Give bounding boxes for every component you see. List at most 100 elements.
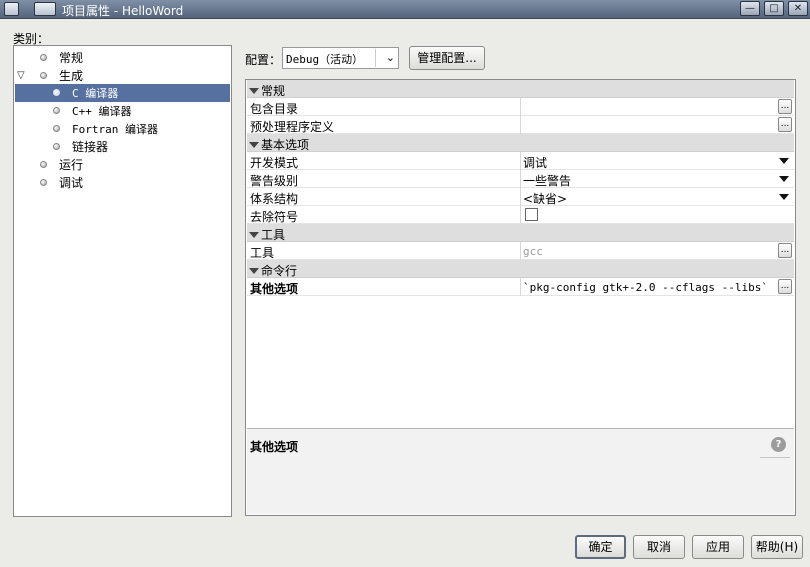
ellipsis-button[interactable]: ... [778, 99, 792, 114]
tree-item-cpp-compiler[interactable]: C++ 编译器 [15, 102, 230, 120]
section-title: 基本选项 [249, 136, 309, 153]
tree-item-label: C++ 编译器 [72, 105, 132, 118]
collapse-triangle-icon [249, 88, 259, 94]
tree-item-general[interactable]: 常规 [15, 49, 230, 67]
dropdown-arrow-icon[interactable] [779, 194, 789, 200]
section-header-tools[interactable]: 工具 [247, 224, 794, 242]
dropdown-arrow-icon[interactable] [779, 158, 789, 164]
help-icon[interactable]: ? [771, 437, 786, 452]
tree-bullet-icon [40, 54, 47, 61]
tree-item-fortran-compiler[interactable]: Fortran 编译器 [15, 120, 230, 138]
help-button[interactable]: 帮助(H) [751, 535, 803, 559]
strip-symbols-checkbox[interactable] [525, 208, 538, 221]
config-select[interactable]: Debug（活动） ⌄ [282, 47, 399, 69]
column-divider [520, 278, 521, 296]
column-divider [520, 98, 521, 116]
property-sheet: 常规 包含目录 ... 预处理程序定义 ... 基本选项 开发模式 调试 警告级… [245, 79, 796, 516]
tree-bullet-icon [40, 72, 47, 79]
tree-bullet-icon [53, 143, 60, 150]
collapse-triangle-icon [249, 232, 259, 238]
window-title: 项目属性 - HelloWord [62, 4, 184, 18]
minimize-button[interactable]: — [740, 1, 760, 16]
property-value[interactable]: 调试 [523, 154, 547, 171]
section-title: 常规 [249, 82, 285, 99]
config-label: 配置： [245, 53, 282, 67]
section-title-text: 工具 [261, 228, 286, 242]
tree-bullet-icon [40, 161, 47, 168]
property-value[interactable]: `pkg-config gtk+-2.0 --cflags --libs` [523, 281, 768, 294]
window-icon [34, 2, 56, 16]
config-value: Debug（活动） [286, 53, 364, 66]
tree-item-linker[interactable]: 链接器 [15, 138, 230, 156]
property-row-architecture[interactable]: 体系结构 <缺省> [247, 188, 794, 206]
tree-bullet-icon [53, 125, 60, 132]
column-divider [520, 170, 521, 188]
window-menu-icon[interactable] [4, 2, 19, 16]
dropdown-arrow-icon[interactable] [779, 176, 789, 182]
tree-bullet-icon [40, 179, 47, 186]
tree-bullet-icon [53, 89, 60, 96]
property-row-tool[interactable]: 工具 gcc ... [247, 242, 794, 260]
tree-bullet-icon [53, 107, 60, 114]
property-name: 预处理程序定义 [250, 120, 335, 134]
column-divider [520, 188, 521, 206]
property-name: 开发模式 [250, 156, 299, 170]
section-title: 命令行 [249, 262, 297, 279]
config-select-separator [375, 49, 376, 67]
column-divider [520, 206, 521, 224]
property-value[interactable]: 一些警告 [523, 172, 571, 189]
collapse-triangle-icon [249, 142, 259, 148]
category-tree: 常规 ▽ 生成 C 编译器 C++ 编译器 Fortran 编译器 链接器 运行… [13, 45, 232, 517]
property-name: 工具 [250, 246, 275, 260]
apply-button[interactable]: 应用 [692, 535, 744, 559]
property-value[interactable]: gcc [523, 245, 543, 258]
tree-item-label: 链接器 [72, 140, 109, 154]
property-row-preprocessor-defs[interactable]: 预处理程序定义 ... [247, 116, 794, 134]
tree-item-debug[interactable]: 调试 [15, 174, 230, 192]
ellipsis-button[interactable]: ... [778, 243, 792, 258]
section-header-command-line[interactable]: 命令行 [247, 260, 794, 278]
tree-item-build[interactable]: ▽ 生成 [15, 67, 230, 85]
manage-config-button[interactable]: 管理配置... [409, 46, 485, 70]
section-title: 工具 [249, 226, 285, 243]
tree-item-label: C 编译器 [72, 87, 119, 100]
window-titlebar: 项目属性 - HelloWord — □ ✕ [0, 0, 810, 19]
section-header-basic-options[interactable]: 基本选项 [247, 134, 794, 152]
property-row-include-dirs[interactable]: 包含目录 ... [247, 98, 794, 116]
property-value[interactable]: <缺省> [523, 190, 567, 207]
ellipsis-button[interactable]: ... [778, 279, 792, 294]
property-row-warning-level[interactable]: 警告级别 一些警告 [247, 170, 794, 188]
ellipsis-button[interactable]: ... [778, 117, 792, 132]
description-title: 其他选项 [250, 440, 299, 454]
column-divider [520, 242, 521, 260]
collapse-triangle-icon [249, 268, 259, 274]
chevron-down-icon: ⌄ [385, 51, 395, 64]
tree-item-label: 生成 [59, 69, 84, 83]
cancel-button[interactable]: 取消 [633, 535, 685, 559]
tree-item-label: 常规 [59, 51, 84, 65]
property-name: 其他选项 [250, 282, 299, 296]
tree-item-label: Fortran 编译器 [72, 123, 158, 136]
section-title-text: 命令行 [261, 264, 298, 278]
tree-item-run[interactable]: 运行 [15, 156, 230, 174]
section-header-general[interactable]: 常规 [247, 80, 794, 98]
property-row-other-options[interactable]: 其他选项 `pkg-config gtk+-2.0 --cflags --lib… [247, 278, 794, 296]
description-panel: 其他选项 ? [247, 428, 794, 514]
column-divider [520, 116, 521, 134]
tree-item-label: 运行 [59, 158, 84, 172]
property-row-dev-mode[interactable]: 开发模式 调试 [247, 152, 794, 170]
ok-button[interactable]: 确定 [575, 535, 626, 559]
section-title-text: 基本选项 [261, 138, 310, 152]
property-row-strip-symbols[interactable]: 去除符号 [247, 206, 794, 224]
tree-item-c-compiler[interactable]: C 编译器 [15, 84, 230, 102]
section-title-text: 常规 [261, 84, 286, 98]
column-divider [520, 152, 521, 170]
tree-item-label: 调试 [59, 176, 84, 190]
property-name: 包含目录 [250, 102, 299, 116]
description-divider [760, 457, 790, 458]
expander-expanded-icon[interactable]: ▽ [17, 70, 29, 82]
close-button[interactable]: ✕ [788, 1, 808, 16]
property-name: 警告级别 [250, 174, 299, 188]
maximize-button[interactable]: □ [764, 1, 784, 16]
property-name: 体系结构 [250, 192, 299, 206]
